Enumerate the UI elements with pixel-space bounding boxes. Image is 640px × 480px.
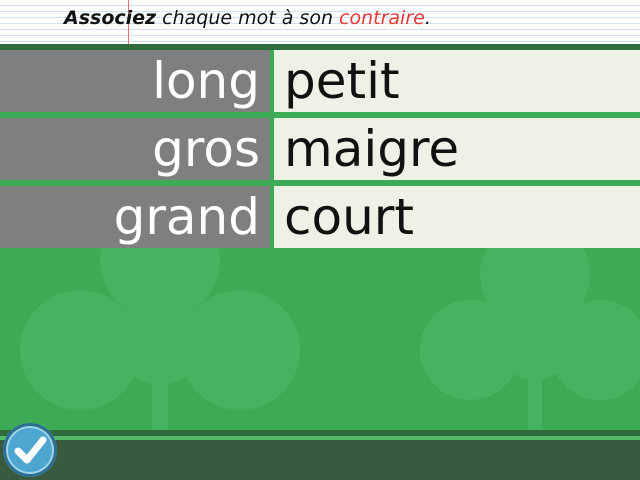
instruction-middle: chaque mot à son	[156, 7, 340, 29]
instruction-bar: Associez chaque mot à son contraire.	[0, 0, 640, 44]
word-right-draggable[interactable]: maigre	[274, 118, 640, 180]
word-left: long	[0, 50, 270, 112]
validate-button[interactable]	[3, 423, 57, 477]
word-right-draggable[interactable]: court	[274, 186, 640, 248]
instruction-bold: Associez	[64, 7, 157, 29]
instruction-end: .	[424, 7, 431, 29]
pair-row: grand court	[0, 186, 640, 248]
word-right-draggable[interactable]: petit	[274, 50, 640, 112]
pair-row: long petit	[0, 50, 640, 112]
checkmark-icon	[14, 436, 47, 464]
footer-bar	[0, 440, 640, 480]
validate-button-inner	[8, 428, 52, 472]
clover-decoration-icon	[420, 220, 640, 430]
exercise-area: long petit gros maigre grand court	[0, 50, 640, 430]
pair-row: gros maigre	[0, 118, 640, 180]
instruction-highlight: contraire	[339, 7, 425, 29]
word-left: grand	[0, 186, 270, 248]
instruction-text: Associez chaque mot à son contraire.	[64, 7, 431, 29]
word-left: gros	[0, 118, 270, 180]
